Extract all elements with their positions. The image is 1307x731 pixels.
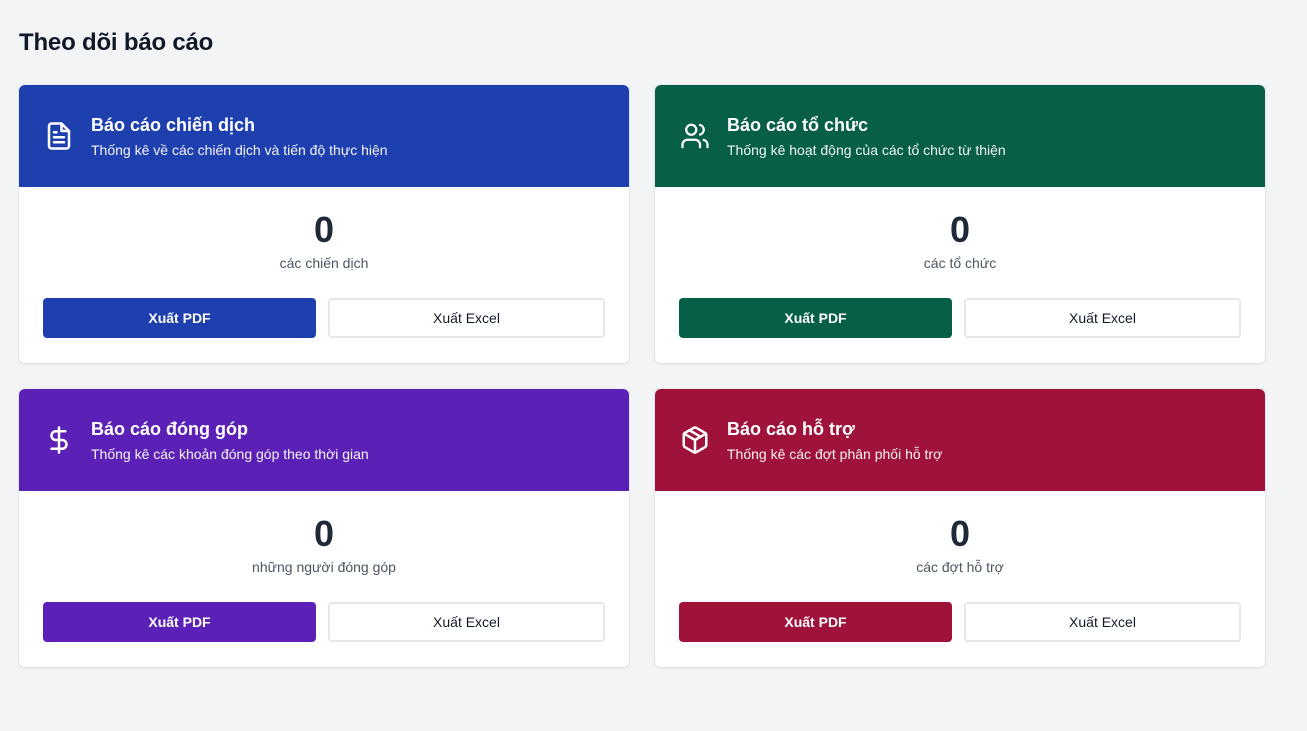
card-title: Báo cáo tổ chức: [727, 114, 869, 135]
report-count-label: các đợt hỗ trợ: [916, 559, 1004, 575]
card-header: Báo cáo đóng góp Thống kê các khoản đóng…: [19, 389, 629, 491]
dollar-icon: [43, 424, 75, 456]
card-subtitle: Thống kê các khoản đóng góp theo thời gi…: [91, 445, 369, 462]
document-icon: [43, 120, 75, 152]
export-excel-button[interactable]: Xuất Excel: [964, 602, 1241, 642]
donation-report-card: Báo cáo đóng góp Thống kê các khoản đóng…: [19, 389, 629, 667]
export-pdf-button[interactable]: Xuất PDF: [43, 602, 316, 642]
card-actions: Xuất PDF Xuất Excel: [679, 602, 1241, 642]
card-header: Báo cáo tổ chức Thống kê hoạt động của c…: [655, 85, 1265, 187]
page-title: Theo dõi báo cáo: [19, 29, 214, 56]
export-pdf-button[interactable]: Xuất PDF: [679, 298, 952, 338]
campaign-report-card: Báo cáo chiến dịch Thống kê về các chiến…: [19, 85, 629, 363]
export-pdf-button[interactable]: Xuất PDF: [679, 602, 952, 642]
card-header: Báo cáo hỗ trợ Thống kê các đợt phân phố…: [655, 389, 1265, 491]
package-icon: [679, 424, 711, 456]
card-actions: Xuất PDF Xuất Excel: [679, 298, 1241, 338]
card-body: 0 các tổ chức Xuất PDF Xuất Excel: [655, 187, 1265, 363]
export-excel-button[interactable]: Xuất Excel: [964, 298, 1241, 338]
card-title: Báo cáo đóng góp: [91, 418, 248, 439]
report-count: 0: [313, 209, 335, 250]
organization-report-card: Báo cáo tổ chức Thống kê hoạt động của c…: [655, 85, 1265, 363]
export-pdf-button[interactable]: Xuất PDF: [43, 298, 316, 338]
card-actions: Xuất PDF Xuất Excel: [43, 602, 605, 642]
card-body: 0 các chiến dịch Xuất PDF Xuất Excel: [19, 187, 629, 363]
report-count: 0: [949, 209, 971, 250]
users-icon: [679, 120, 711, 152]
card-subtitle: Thống kê hoạt động của các tổ chức từ th…: [727, 141, 1006, 158]
card-header: Báo cáo chiến dịch Thống kê về các chiến…: [19, 85, 629, 187]
report-count-label: các tổ chức: [923, 255, 997, 271]
card-subtitle: Thống kê các đợt phân phối hỗ trợ: [727, 445, 943, 462]
report-count: 0: [949, 513, 971, 554]
report-count: 0: [313, 513, 335, 554]
card-subtitle: Thống kê về các chiến dịch và tiến độ th…: [91, 141, 388, 158]
report-count-label: những người đóng góp: [252, 559, 396, 575]
card-title: Báo cáo hỗ trợ: [727, 418, 855, 439]
card-body: 0 những người đóng góp Xuất PDF Xuất Exc…: [19, 491, 629, 667]
report-count-label: các chiến dịch: [279, 255, 369, 271]
card-title: Báo cáo chiến dịch: [91, 114, 256, 135]
export-excel-button[interactable]: Xuất Excel: [328, 298, 605, 338]
card-body: 0 các đợt hỗ trợ Xuất PDF Xuất Excel: [655, 491, 1265, 667]
export-excel-button[interactable]: Xuất Excel: [328, 602, 605, 642]
report-grid: Báo cáo chiến dịch Thống kê về các chiến…: [19, 85, 1265, 667]
support-report-card: Báo cáo hỗ trợ Thống kê các đợt phân phố…: [655, 389, 1265, 667]
card-actions: Xuất PDF Xuất Excel: [43, 298, 605, 338]
